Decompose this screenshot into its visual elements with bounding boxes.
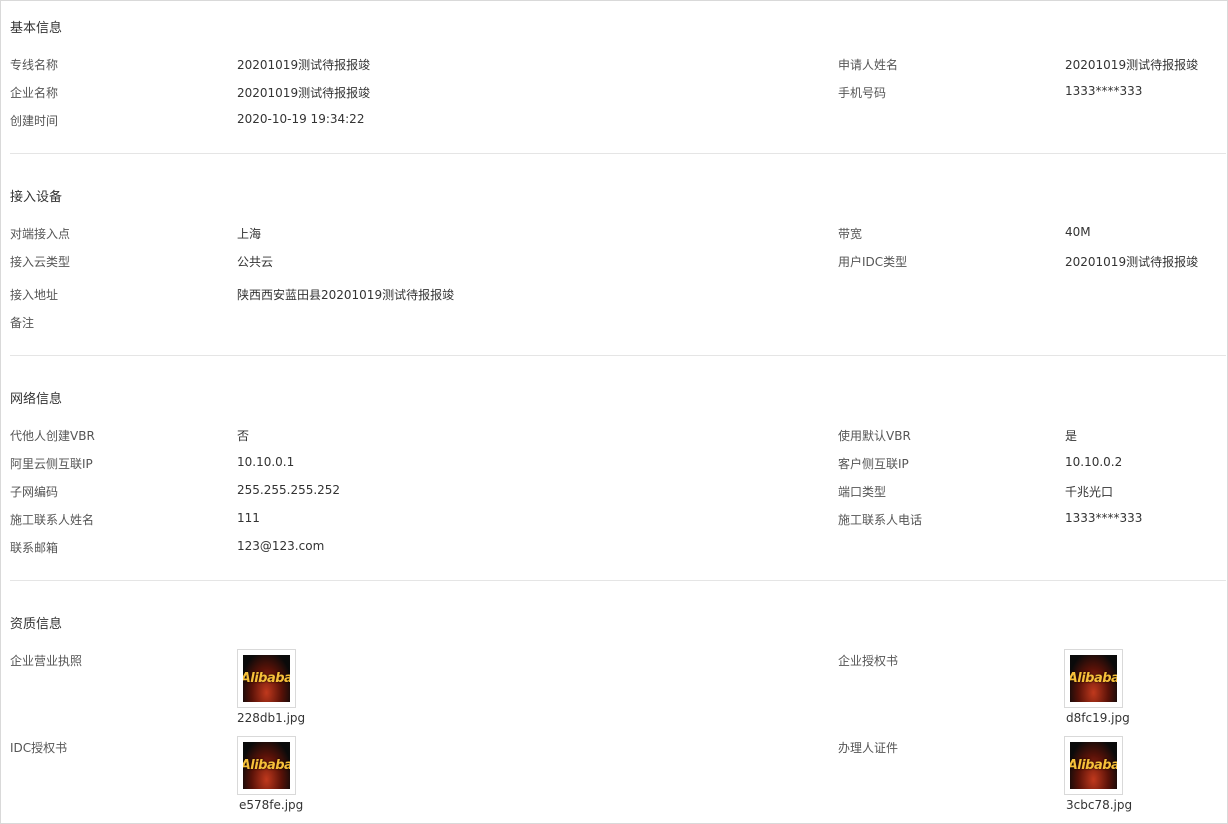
client-ip-value: 10.10.0.2 — [1065, 455, 1123, 469]
contact-phone-value: 1333****333 — [1065, 511, 1143, 525]
company-value: 20201019测试待报报竣 — [237, 86, 371, 100]
bandwidth-label: 带宽 — [838, 227, 863, 241]
default-vbr-value: 是 — [1065, 429, 1078, 443]
section-title-basic: 基本信息 — [10, 21, 63, 36]
thumbnail-image: Alibaba — [1070, 655, 1117, 702]
proxy-vbr-value: 否 — [237, 429, 250, 443]
divider — [10, 580, 1226, 581]
bandwidth-value: 40M — [1065, 225, 1091, 239]
email-label: 联系邮箱 — [10, 541, 59, 555]
id-filename[interactable]: 3cbc78.jpg — [1066, 798, 1132, 812]
applicant-value: 20201019测试待报报竣 — [1065, 58, 1199, 72]
divider — [10, 355, 1226, 356]
thumbnail-image: Alibaba — [243, 655, 290, 702]
id-label: 办理人证件 — [838, 741, 899, 755]
auth-filename[interactable]: d8fc19.jpg — [1066, 711, 1130, 725]
contact-phone-label: 施工联系人电话 — [838, 513, 923, 527]
line-name-value: 20201019测试待报报竣 — [237, 58, 371, 72]
idc-auth-filename[interactable]: e578fe.jpg — [239, 798, 303, 812]
created-value: 2020-10-19 19:34:22 — [237, 112, 365, 126]
subnet-label: 子网编码 — [10, 485, 59, 499]
thumbnail-logo-text: Alibaba — [243, 758, 290, 773]
contact-name-label: 施工联系人姓名 — [10, 513, 95, 527]
contact-name-value: 111 — [237, 511, 260, 525]
section-title-access: 接入设备 — [10, 190, 63, 205]
phone-value: 1333****333 — [1065, 84, 1143, 98]
company-label: 企业名称 — [10, 86, 59, 100]
port-type-label: 端口类型 — [838, 485, 887, 499]
default-vbr-label: 使用默认VBR — [838, 429, 911, 443]
port-type-value: 千兆光口 — [1065, 485, 1114, 499]
thumbnail-logo-text: Alibaba — [1070, 758, 1117, 773]
thumbnail-logo-text: Alibaba — [243, 671, 290, 686]
auth-label: 企业授权书 — [838, 654, 899, 668]
auth-thumbnail[interactable]: Alibaba — [1064, 649, 1123, 708]
thumbnail-image: Alibaba — [243, 742, 290, 789]
created-label: 创建时间 — [10, 114, 59, 128]
license-label: 企业营业执照 — [10, 654, 83, 668]
cloud-type-value: 公共云 — [237, 255, 274, 269]
peer-point-value: 上海 — [237, 227, 262, 241]
license-thumbnail[interactable]: Alibaba — [237, 649, 296, 708]
idc-type-label: 用户IDC类型 — [838, 255, 908, 269]
client-ip-label: 客户侧互联IP — [838, 457, 909, 471]
detail-panel — [0, 0, 1228, 824]
thumbnail-image: Alibaba — [1070, 742, 1117, 789]
license-filename[interactable]: 228db1.jpg — [237, 711, 305, 725]
address-value: 陕西西安蓝田县20201019测试待报报竣 — [237, 288, 455, 302]
divider — [10, 153, 1226, 154]
thumbnail-logo-text: Alibaba — [1070, 671, 1117, 686]
section-title-qualification: 资质信息 — [10, 617, 63, 632]
remark-label: 备注 — [10, 316, 35, 330]
address-label: 接入地址 — [10, 288, 59, 302]
idc-auth-label: IDC授权书 — [10, 741, 68, 755]
line-name-label: 专线名称 — [10, 58, 59, 72]
idc-type-value: 20201019测试待报报竣 — [1065, 255, 1199, 269]
proxy-vbr-label: 代他人创建VBR — [10, 429, 95, 443]
cloud-type-label: 接入云类型 — [10, 255, 71, 269]
applicant-label: 申请人姓名 — [838, 58, 899, 72]
email-value: 123@123.com — [237, 539, 325, 553]
id-thumbnail[interactable]: Alibaba — [1064, 736, 1123, 795]
idc-auth-thumbnail[interactable]: Alibaba — [237, 736, 296, 795]
section-title-network: 网络信息 — [10, 392, 63, 407]
peer-point-label: 对端接入点 — [10, 227, 71, 241]
phone-label: 手机号码 — [838, 86, 887, 100]
ali-ip-label: 阿里云侧互联IP — [10, 457, 93, 471]
subnet-value: 255.255.255.252 — [237, 483, 341, 497]
ali-ip-value: 10.10.0.1 — [237, 455, 295, 469]
